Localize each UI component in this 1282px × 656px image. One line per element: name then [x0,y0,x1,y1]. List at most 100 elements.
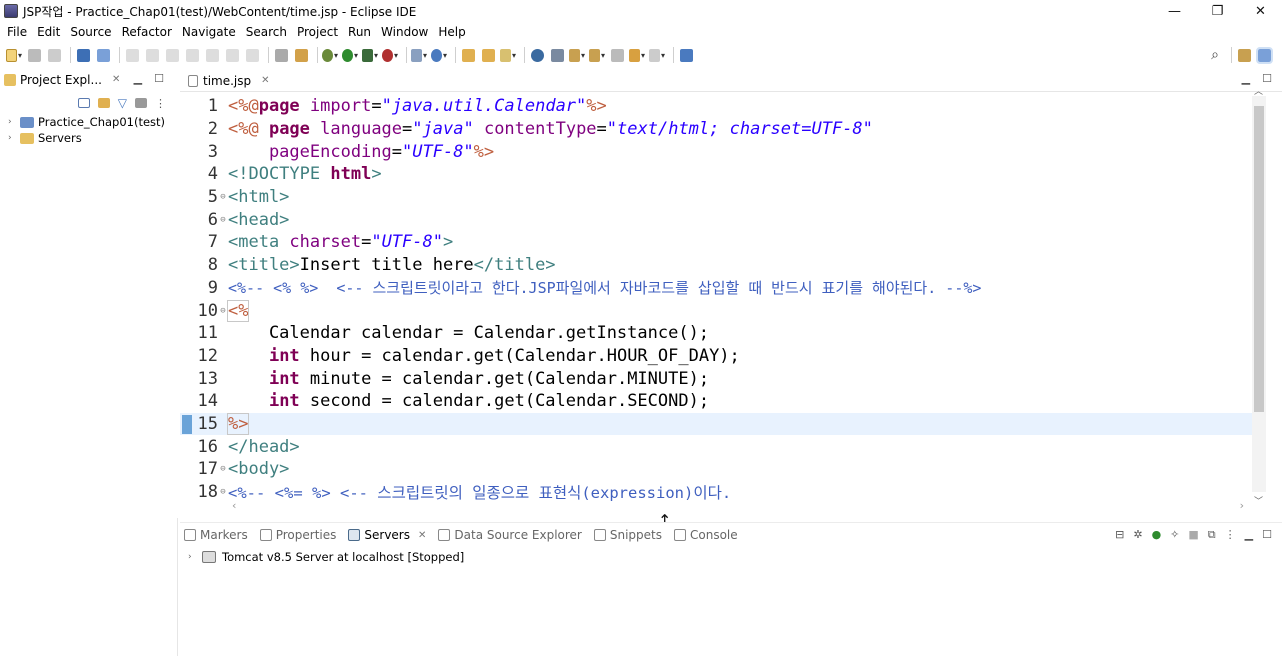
close-icon[interactable]: ✕ [418,530,426,541]
scrollbar-thumb[interactable] [1254,106,1264,412]
debug-icon[interactable] [322,47,338,63]
scroll-left-icon[interactable]: ‹ [232,499,236,512]
coverage-icon[interactable] [362,47,378,63]
tab-time-jsp[interactable]: time.jsp ✕ [180,67,280,92]
save-all-icon[interactable] [46,47,62,63]
skip-breakpoints-icon[interactable] [95,47,111,63]
maximize-icon[interactable]: ☐ [1262,72,1272,85]
scroll-right-icon[interactable]: › [1240,499,1244,512]
scroll-up-icon[interactable]: ︿ [1254,84,1263,97]
server-item[interactable]: › Tomcat v8.5 Server at localhost [Stopp… [180,547,1282,567]
menu-search[interactable]: Search [241,25,292,39]
fold-icon[interactable]: ⊖ [218,464,228,474]
minimize-icon[interactable]: ▁ [1245,528,1253,542]
menu-help[interactable]: Help [433,25,470,39]
maximize-icon[interactable]: ☐ [154,72,164,85]
tree-item-project[interactable]: › Practice_Chap01(test) [0,114,178,130]
fold-icon[interactable]: ⊖ [218,487,228,497]
start-profile-icon[interactable]: ✧ [1170,528,1179,542]
new-class-icon[interactable] [431,47,447,63]
view-options-icon[interactable] [135,98,147,108]
link-with-editor-icon[interactable] [97,98,110,108]
external-tools-icon[interactable] [382,47,398,63]
horizontal-scrollbar[interactable]: ‹ › [180,499,1252,513]
back-icon[interactable] [629,47,645,63]
vertical-scrollbar[interactable]: ︿ ﹀ [1252,87,1266,507]
use-step-filters-icon[interactable] [293,47,309,63]
start-server-icon[interactable]: ● [1152,528,1162,542]
view-menu-icon[interactable]: ⋮ [155,97,166,110]
open-type-icon[interactable] [460,47,476,63]
filter-icon[interactable]: ▽ [118,96,127,110]
search-tool-icon[interactable] [500,47,516,63]
previous-annotation-icon[interactable] [589,47,605,63]
fold-icon[interactable]: ⊖ [218,306,228,316]
tab-servers[interactable]: Servers ✕ [348,528,426,542]
toolbar-separator [317,47,318,63]
expand-arrow-icon[interactable]: › [8,133,18,143]
fold-icon[interactable]: ⊖ [218,192,228,202]
pin-editor-icon[interactable] [678,47,694,63]
stop-server-icon[interactable]: ■ [1188,528,1198,542]
new-icon[interactable] [6,47,22,63]
tab-console[interactable]: Console [674,528,738,542]
open-perspective-icon[interactable] [1236,47,1252,63]
close-icon[interactable]: ✕ [112,74,120,85]
suspend-icon[interactable] [144,47,160,63]
minimize-icon[interactable]: ▁ [134,72,142,85]
menu-run[interactable]: Run [343,25,376,39]
view-menu-icon[interactable]: ⋮ [1225,528,1236,542]
menu-window[interactable]: Window [376,25,433,39]
minimize-button[interactable]: — [1153,0,1196,22]
annotation-icon[interactable] [549,47,565,63]
tab-properties[interactable]: Properties [259,528,336,542]
step-into-icon[interactable] [204,47,220,63]
open-task-icon[interactable] [480,47,496,63]
tab-markers[interactable]: Markers [184,528,248,542]
minimize-icon[interactable]: ▁ [1242,72,1250,85]
menu-edit[interactable]: Edit [32,25,65,39]
tab-snippets[interactable]: Snippets [593,528,662,542]
open-web-browser-icon[interactable] [529,47,545,63]
expand-arrow-icon[interactable]: › [8,117,18,127]
resume-icon[interactable] [124,47,140,63]
run-icon[interactable] [342,47,358,63]
maximize-icon[interactable]: ☐ [1262,528,1272,542]
menu-project[interactable]: Project [292,25,343,39]
java-ee-perspective-icon[interactable] [1255,46,1273,64]
toolbar-separator [268,47,269,63]
next-annotation-icon[interactable] [569,47,585,63]
forward-icon[interactable] [649,47,665,63]
text-caret [248,414,250,433]
close-icon[interactable]: ✕ [261,75,269,86]
toggle-comment-icon[interactable] [273,47,289,63]
menu-source[interactable]: Source [65,25,116,39]
publish-icon[interactable]: ⧉ [1208,528,1216,542]
step-return-icon[interactable] [244,47,260,63]
last-edit-location-icon[interactable] [609,47,625,63]
tab-project-explorer[interactable]: Project Expl... ✕ [4,73,120,87]
collapse-all-icon[interactable] [77,98,90,108]
scroll-down-icon[interactable]: ﹀ [1254,494,1263,507]
fold-icon[interactable]: ⊖ [218,215,228,225]
collapse-all-icon[interactable]: ⊟ [1115,528,1124,542]
tab-data-source-explorer[interactable]: Data Source Explorer [438,528,582,542]
close-button[interactable]: ✕ [1239,0,1282,22]
new-java-project-icon[interactable] [411,47,427,63]
menu-refactor[interactable]: Refactor [117,25,177,39]
terminal-icon[interactable] [75,47,91,63]
disconnect-icon[interactable] [184,47,200,63]
code-line: 17 ⊖ <body> [180,458,1252,481]
terminate-icon[interactable] [164,47,180,63]
code-text: <%-- <%= %> <-- 스크립트릿의 일종으로 표현식(expressi… [228,484,732,503]
tree-item-servers[interactable]: › Servers [0,130,178,146]
menu-navigate[interactable]: Navigate [177,25,241,39]
expand-arrow-icon[interactable]: › [188,552,202,562]
search-icon[interactable]: ⌕ [1207,47,1223,63]
save-icon[interactable] [26,47,42,63]
code-editor[interactable]: 1 <%@page import="java.util.Calendar"%> … [180,95,1252,503]
start-debug-icon[interactable]: ✲ [1133,528,1142,542]
restore-button[interactable]: ❐ [1196,0,1239,22]
menu-file[interactable]: File [2,25,32,39]
step-over-icon[interactable] [224,47,240,63]
